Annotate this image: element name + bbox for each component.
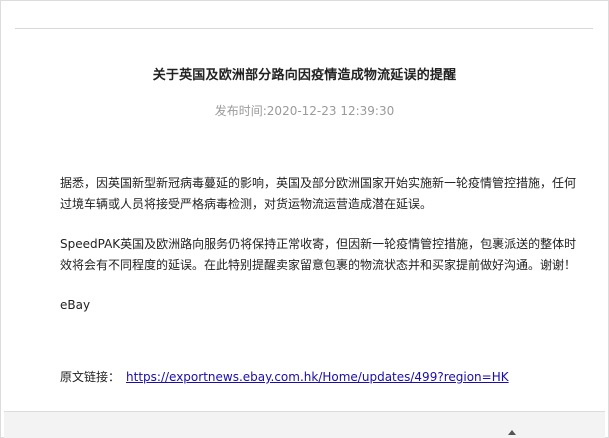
article-title: 关于英国及欧洲部分路向因疫情造成物流延误的提醒 — [152, 68, 457, 83]
article-paragraph-speedpak: SpeedPAK英国及欧洲路向服务仍将保持正常收寄，但因新一轮疫情管控措施，包裹… — [60, 237, 577, 272]
top-divider — [15, 28, 593, 29]
source-row: 原文链接： https://exportnews.ebay.com.hk/Home… — [60, 368, 509, 385]
publish-time: 发布时间:2020-12-23 12:39:30 — [214, 104, 395, 118]
article-signature: eBay — [60, 298, 91, 312]
scroll-down-arrow-icon[interactable] — [508, 430, 516, 435]
article-paragraph-notice: 据悉，因英国新型新冠病毒蔓延的影响，英国及部分欧洲国家开始实施新一轮疫情管控措施… — [60, 176, 577, 211]
source-link[interactable]: https://exportnews.ebay.com.hk/Home/upda… — [126, 370, 509, 384]
source-label: 原文链接： — [60, 370, 121, 384]
